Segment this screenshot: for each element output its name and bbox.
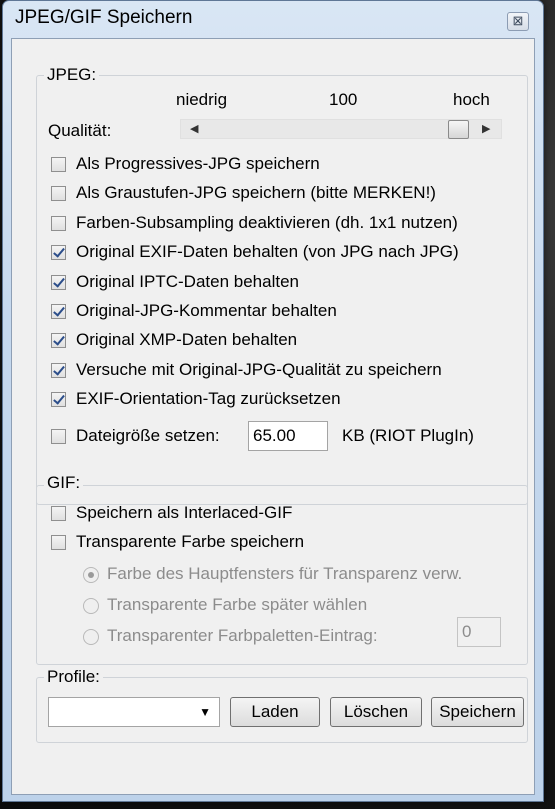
jpeg-option-checkbox-5[interactable] [51, 304, 66, 319]
transparency-radio-label[interactable]: Transparenter Farbpaletten-Eintrag: [107, 626, 378, 646]
chevron-down-icon[interactable]: ▼ [199, 698, 211, 726]
close-icon: ⊠ [512, 13, 524, 28]
jpeg-option-checkbox-0[interactable] [51, 157, 66, 172]
jpeg-option-checkbox-7[interactable] [51, 362, 66, 378]
dialog-window: JPEG/GIF Speichern ⊠ JPEG: niedrig 100 h… [2, 0, 544, 802]
filesize-input[interactable]: 65.00 [248, 421, 328, 451]
jpeg-option-checkbox-label[interactable]: Als Progressives-JPG speichern [76, 154, 320, 174]
transparency-radio-label[interactable]: Farbe des Hauptfensters für Transparenz … [107, 564, 462, 584]
profile-group-label: Profile: [44, 667, 103, 687]
gif-group-label: GIF: [44, 473, 84, 493]
jpeg-option-checkbox-label[interactable]: Versuche mit Original-JPG-Qualität zu sp… [76, 360, 442, 380]
dialog-client: JPEG: niedrig 100 hoch Qualität: ◀ ▶ Als… [11, 38, 535, 795]
jpeg-option-checkbox-2[interactable] [51, 215, 66, 231]
title-bar[interactable]: JPEG/GIF Speichern ⊠ [3, 1, 543, 39]
window-title: JPEG/GIF Speichern [15, 7, 193, 28]
gif-option-checkbox-label[interactable]: Speichern als Interlaced-GIF [76, 503, 292, 523]
jpeg-option-checkbox-3[interactable] [51, 245, 66, 261]
delete-button[interactable]: Löschen [330, 697, 422, 727]
transparency-radio-label[interactable]: Transparente Farbe später wählen [107, 595, 367, 615]
slider-right-arrow-icon[interactable]: ▶ [482, 122, 490, 135]
jpeg-option-checkbox-label[interactable]: Original XMP-Daten behalten [76, 330, 297, 350]
jpeg-option-checkbox-6[interactable] [51, 333, 66, 349]
palette-entry-input[interactable]: 0 [457, 617, 501, 647]
transparency-radio-2[interactable] [83, 629, 99, 645]
jpeg-option-checkbox-8[interactable] [51, 392, 66, 408]
jpeg-option-checkbox-label[interactable]: EXIF-Orientation-Tag zurücksetzen [76, 389, 341, 409]
quality-value: 100 [329, 90, 358, 109]
load-button[interactable]: Laden [230, 697, 320, 727]
jpeg-option-checkbox-4[interactable] [51, 274, 66, 290]
jpeg-option-checkbox-1[interactable] [51, 186, 66, 202]
quality-low-label: niedrig [176, 90, 228, 109]
transparency-radio-1[interactable] [83, 598, 99, 614]
close-button[interactable]: ⊠ [507, 12, 529, 31]
quality-slider-thumb[interactable] [448, 120, 469, 139]
save-button[interactable]: Speichern [431, 697, 524, 727]
slider-left-arrow-icon[interactable]: ◀ [190, 122, 198, 135]
filesize-label[interactable]: Dateigröße setzen: [76, 426, 220, 446]
quality-label: Qualität: [48, 121, 112, 140]
quality-high-label: hoch [453, 90, 490, 109]
jpeg-option-checkbox-label[interactable]: Original IPTC-Daten behalten [76, 272, 299, 292]
filesize-checkbox[interactable] [51, 429, 66, 444]
gif-option-checkbox-label[interactable]: Transparente Farbe speichern [76, 532, 304, 552]
jpeg-option-checkbox-label[interactable]: Farben-Subsampling deaktivieren (dh. 1x1… [76, 213, 458, 233]
jpeg-option-checkbox-label[interactable]: Original-JPG-Kommentar behalten [76, 301, 337, 321]
gif-option-checkbox-0[interactable] [51, 506, 66, 521]
jpeg-group-label: JPEG: [44, 65, 100, 85]
jpeg-option-checkbox-label[interactable]: Als Graustufen-JPG speichern (bitte MERK… [76, 183, 436, 203]
profile-select[interactable]: ▼ [48, 697, 220, 727]
transparency-radio-0[interactable] [83, 567, 99, 583]
filesize-unit-label: KB (RIOT PlugIn) [342, 426, 474, 445]
jpeg-option-checkbox-label[interactable]: Original EXIF-Daten behalten (von JPG na… [76, 242, 459, 262]
gif-option-checkbox-1[interactable] [51, 535, 66, 550]
